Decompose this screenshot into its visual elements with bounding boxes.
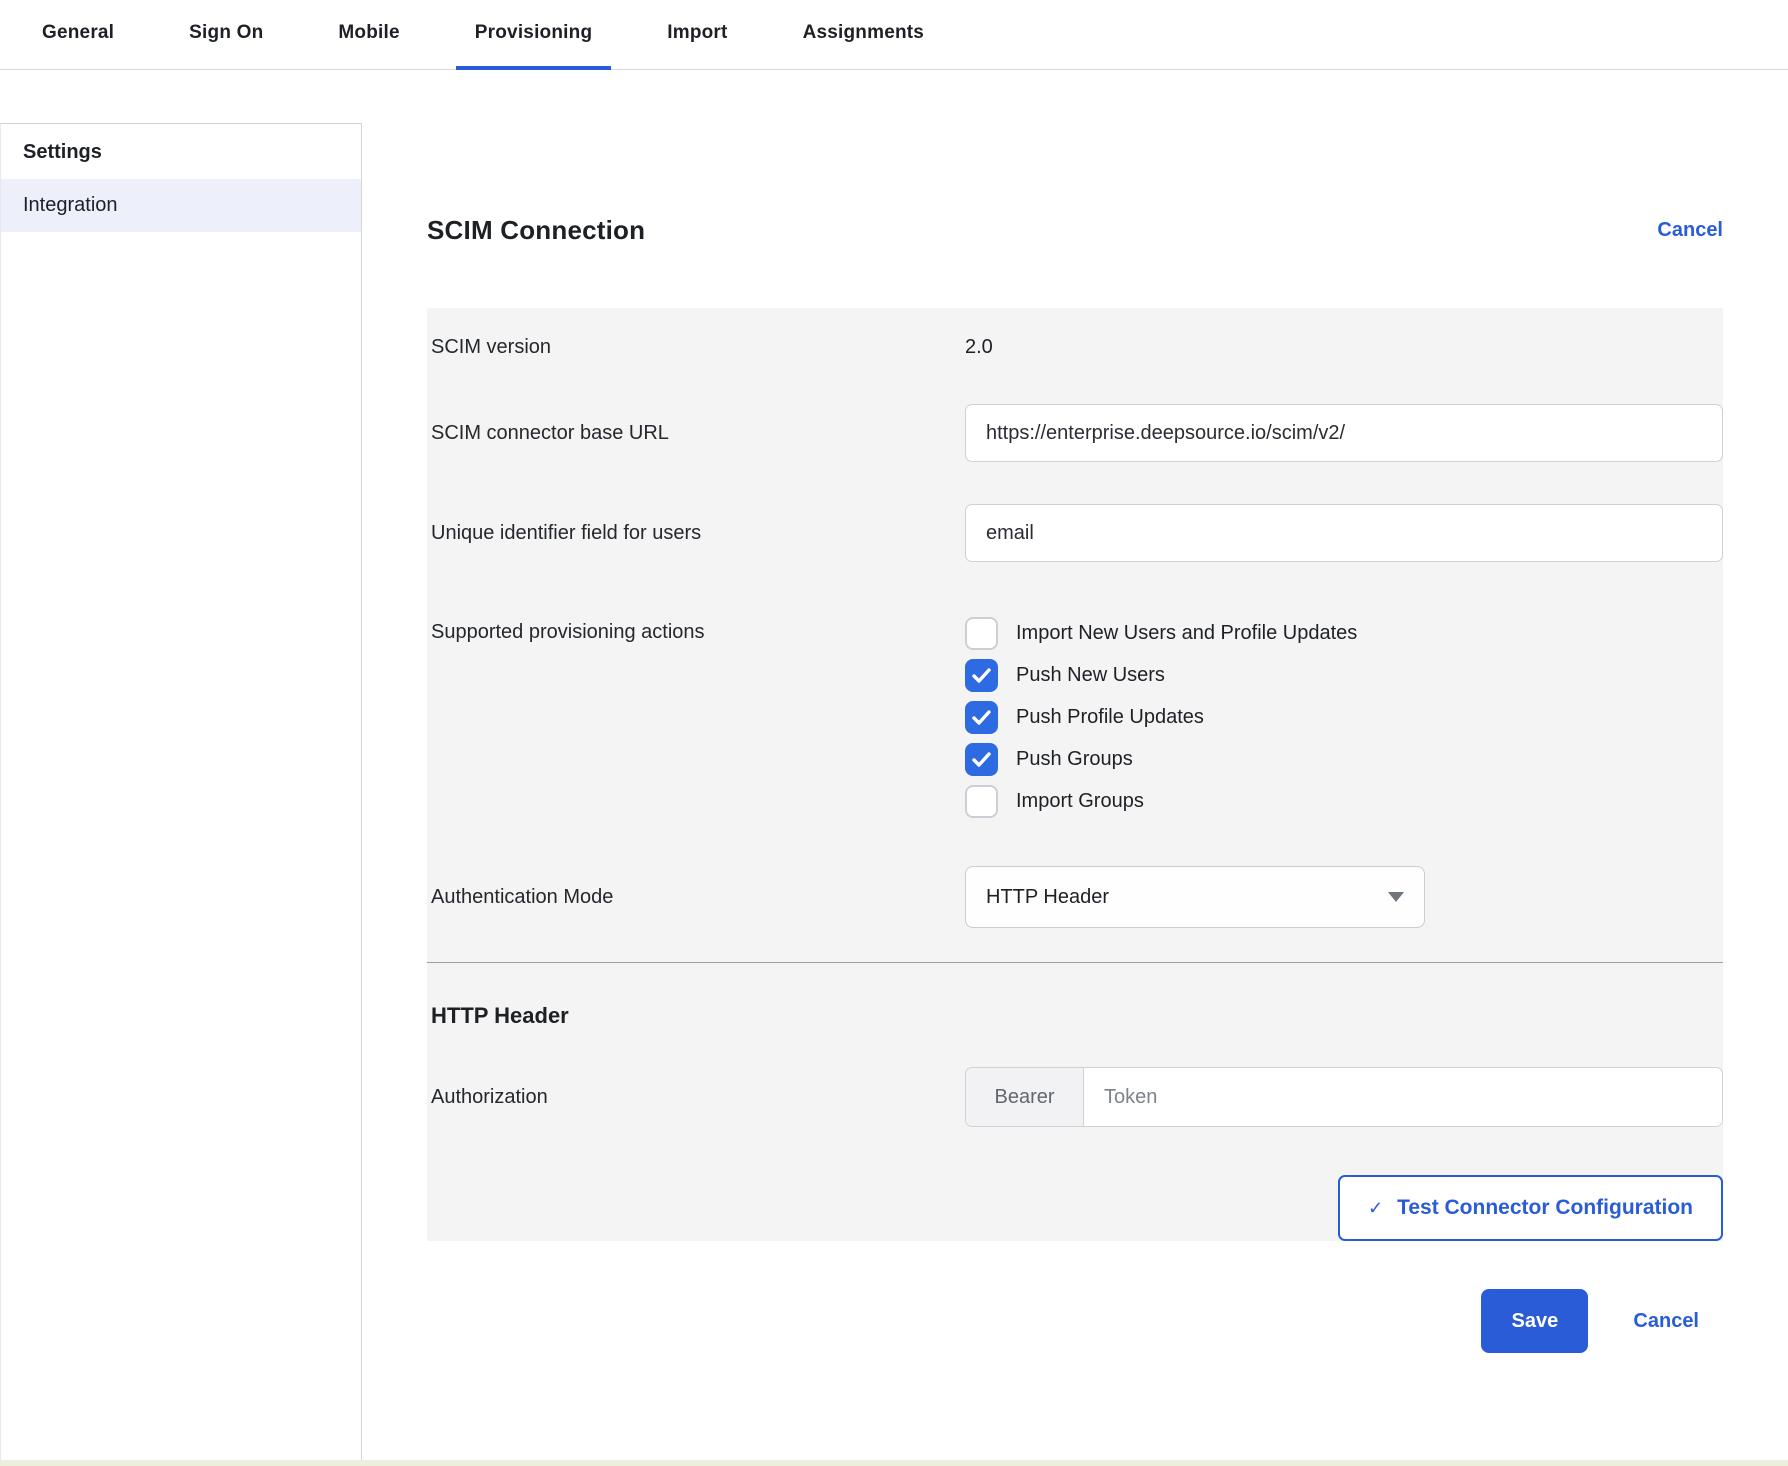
unique-id-input[interactable] <box>965 504 1723 562</box>
provisioning-actions-row: Supported provisioning actions Import Ne… <box>427 617 1723 818</box>
page-body: Settings Integration SCIM Connection Can… <box>0 70 1788 1460</box>
checkbox-label: Import Groups <box>1016 790 1144 812</box>
footer-actions: Save Cancel <box>427 1289 1723 1353</box>
checkbox-push-new-users[interactable]: Push New Users <box>965 659 1723 692</box>
sidebar-item-integration[interactable]: Integration <box>1 179 361 232</box>
checkbox-label: Import New Users and Profile Updates <box>1016 622 1358 644</box>
check-icon <box>972 668 991 683</box>
checkbox-box[interactable] <box>965 785 998 818</box>
page-header: SCIM Connection Cancel <box>427 215 1723 246</box>
tab-sign-on[interactable]: Sign On <box>170 0 282 70</box>
check-icon <box>972 752 991 767</box>
unique-id-row: Unique identifier field for users <box>427 504 1723 562</box>
provisioning-actions-label: Supported provisioning actions <box>431 621 705 643</box>
checkbox-box[interactable] <box>965 701 998 734</box>
cancel-link-top[interactable]: Cancel <box>1657 219 1723 242</box>
base-url-row: SCIM connector base URL <box>427 404 1723 462</box>
app-tab-bar: General Sign On Mobile Provisioning Impo… <box>0 0 1788 70</box>
save-button[interactable]: Save <box>1481 1289 1589 1353</box>
sidebar-header: Settings <box>23 141 102 163</box>
settings-sidebar: Settings Integration <box>0 123 362 1460</box>
tab-general[interactable]: General <box>23 0 133 70</box>
checkbox-box[interactable] <box>965 743 998 776</box>
scim-version-label: SCIM version <box>431 336 552 358</box>
checkbox-box[interactable] <box>965 659 998 692</box>
checkbox-label: Push New Users <box>1016 664 1165 686</box>
scim-version-value: 2.0 <box>965 336 993 358</box>
checkbox-import-new-users[interactable]: Import New Users and Profile Updates <box>965 617 1723 650</box>
auth-mode-label: Authentication Mode <box>431 885 614 908</box>
bearer-prefix: Bearer <box>966 1068 1084 1126</box>
checkbox-import-groups[interactable]: Import Groups <box>965 785 1723 818</box>
http-header-section-title: HTTP Header <box>431 1003 569 1028</box>
scim-version-row: SCIM version 2.0 <box>427 336 1723 359</box>
base-url-label: SCIM connector base URL <box>431 421 669 444</box>
tab-provisioning[interactable]: Provisioning <box>455 0 612 70</box>
authorization-input-group: Bearer <box>965 1067 1723 1127</box>
tab-import[interactable]: Import <box>648 0 746 70</box>
provisioning-actions-list: Import New Users and Profile Updates Pus… <box>965 617 1723 818</box>
authorization-label: Authorization <box>431 1085 548 1108</box>
checkbox-label: Push Profile Updates <box>1016 706 1204 728</box>
checkbox-box[interactable] <box>965 617 998 650</box>
auth-mode-selected-value: HTTP Header <box>986 885 1110 908</box>
chevron-down-icon <box>1388 892 1404 902</box>
test-connector-button[interactable]: ✓ Test Connector Configuration <box>1337 1175 1723 1241</box>
tab-mobile[interactable]: Mobile <box>319 0 418 70</box>
cancel-link-bottom[interactable]: Cancel <box>1633 1310 1699 1333</box>
auth-mode-row: Authentication Mode HTTP Header <box>427 866 1723 928</box>
test-connector-label: Test Connector Configuration <box>1397 1196 1693 1219</box>
bottom-edge-strip <box>0 1460 1788 1466</box>
check-icon: ✓ <box>1367 1197 1384 1218</box>
token-input[interactable] <box>1084 1068 1722 1126</box>
check-icon <box>972 710 991 725</box>
section-divider <box>427 962 1723 963</box>
checkbox-label: Push Groups <box>1016 748 1133 770</box>
checkbox-push-groups[interactable]: Push Groups <box>965 743 1723 776</box>
page-title: SCIM Connection <box>427 215 646 245</box>
auth-mode-select[interactable]: HTTP Header <box>965 866 1425 928</box>
scim-form-panel: SCIM version 2.0 SCIM connector base URL… <box>427 308 1723 1241</box>
tab-assignments[interactable]: Assignments <box>784 0 944 70</box>
main-content: SCIM Connection Cancel SCIM version 2.0 … <box>362 70 1788 1460</box>
authorization-row: Authorization Bearer <box>427 1067 1723 1127</box>
test-button-row: ✓ Test Connector Configuration <box>427 1175 1723 1241</box>
unique-id-label: Unique identifier field for users <box>431 521 702 544</box>
base-url-input[interactable] <box>965 404 1723 462</box>
checkbox-push-profile-updates[interactable]: Push Profile Updates <box>965 701 1723 734</box>
